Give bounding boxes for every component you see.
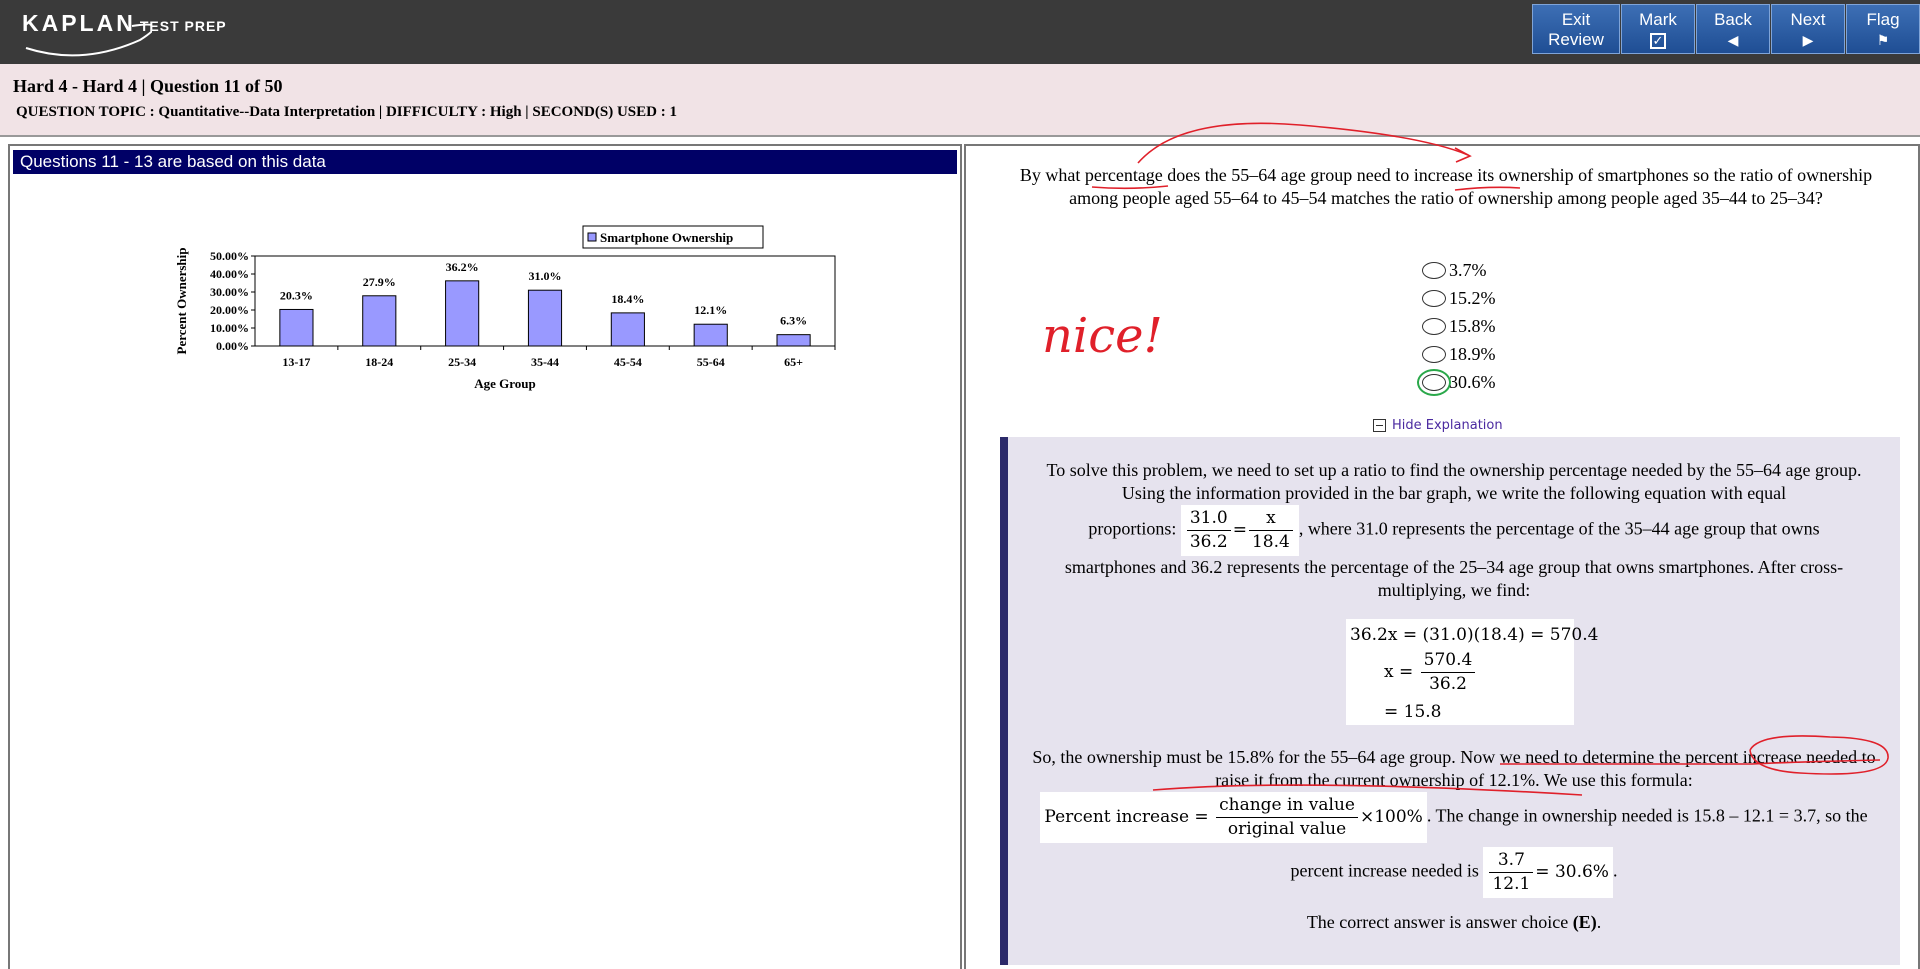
y-tick-label: 10.00% <box>210 321 249 335</box>
bar <box>527 289 563 347</box>
y-tick-label: 30.00% <box>210 285 249 299</box>
x-tick-label: 13-17 <box>282 355 310 369</box>
y-tick-label: 0.00% <box>216 339 249 353</box>
x-tick-label: 55-64 <box>697 355 725 369</box>
radio-button[interactable] <box>1422 345 1446 363</box>
kaplan-logo: KAPLAN TEST PREP <box>22 10 227 57</box>
explanation-final-line: percent increase needed is 3.7 12.1 = 30.6… <box>1008 847 1900 898</box>
question-title: Hard 4 - Hard 4 | Question 11 of 50 <box>13 76 283 96</box>
next-button[interactable]: Next ▶ <box>1771 4 1845 54</box>
data-label: 20.3% <box>280 288 313 302</box>
data-label: 12.1% <box>694 303 727 317</box>
collapse-icon <box>1373 419 1386 432</box>
y-tick-label: 50.00% <box>210 249 249 263</box>
top-toolbar: KAPLAN TEST PREP Exit Review Mark ✓ Back … <box>0 0 1920 64</box>
question-header: Hard 4 - Hard 4 | Question 11 of 50 QUES… <box>0 64 1920 137</box>
x-tick-label: 45-54 <box>614 355 642 369</box>
data-label: 6.3% <box>780 314 807 328</box>
x-tick-label: 35-44 <box>531 355 559 369</box>
y-tick-label: 20.00% <box>210 303 249 317</box>
data-label: 36.2% <box>446 260 479 274</box>
question-meta: QUESTION TOPIC : Quantitative--Data Inte… <box>16 104 677 120</box>
explanation-panel: To solve this problem, we need to set up… <box>1000 437 1900 965</box>
data-label: 18.4% <box>611 292 644 306</box>
choice-e[interactable]: 30.6% <box>1417 368 1496 396</box>
explanation-p2: So, the ownership must be 15.8% for the … <box>1032 747 1876 790</box>
radio-button[interactable] <box>1417 368 1451 396</box>
choice-d[interactable]: 18.9% <box>1422 340 1496 368</box>
choice-b[interactable]: 15.2% <box>1422 284 1496 312</box>
data-banner: Questions 11 - 13 are based on this data <box>13 150 957 174</box>
bar <box>279 308 314 347</box>
legend-swatch <box>587 232 597 242</box>
question-text: By what percentage does the 55–64 age gr… <box>1019 165 1873 208</box>
bar <box>445 280 480 347</box>
answer-choices: 3.7% 15.2% 15.8% 18.9% 30.6% <box>1417 256 1496 396</box>
logo-swoosh-icon <box>25 23 152 57</box>
explanation-formula-line: Percent increase = change in value origin… <box>1008 792 1900 843</box>
radio-button[interactable] <box>1422 261 1446 279</box>
arrow-right-icon: ▶ <box>1802 32 1814 48</box>
arrow-left-icon: ◀ <box>1727 32 1739 48</box>
flag-icon: ⚑ <box>1876 32 1890 48</box>
explanation-p1: To solve this problem, we need to set up… <box>1046 460 1862 503</box>
choice-c[interactable]: 15.8% <box>1422 312 1496 340</box>
ratio-equation: 31.0 36.2 = x 18.4 <box>1180 505 1299 556</box>
percent-increase-formula: Percent increase = change in value origin… <box>1040 792 1427 843</box>
mark-button[interactable]: Mark ✓ <box>1621 4 1695 54</box>
bar <box>693 323 728 347</box>
x-tick-label: 65+ <box>784 355 803 369</box>
x-axis-label: Age Group <box>474 376 536 391</box>
y-axis-label: Percent Ownership <box>174 248 189 355</box>
equation-block: 36.2x = (31.0)(18.4) = 570.4 x = 570.4 36… <box>1346 619 1598 725</box>
hide-explanation-link[interactable]: Hide Explanation <box>1373 418 1503 433</box>
flag-button[interactable]: Flag ⚑ <box>1846 4 1920 54</box>
explanation-p1c: smartphones and 36.2 represents the perc… <box>1064 557 1844 600</box>
bar <box>610 312 645 347</box>
bar-chart: 50.00% 40.00% 30.00% 20.00% 10.00% 0.00% Perce… <box>174 225 836 391</box>
bar <box>362 295 397 347</box>
final-calculation: 3.7 12.1 = 30.6% <box>1483 847 1613 898</box>
legend-label: Smartphone Ownership <box>600 230 733 245</box>
radio-button[interactable] <box>1422 289 1446 307</box>
radio-button[interactable] <box>1422 317 1446 335</box>
correct-answer-line: The correct answer is answer choice (E). <box>1306 912 1602 932</box>
x-tick-label: 25-34 <box>448 355 476 369</box>
exit-review-button[interactable]: Exit Review <box>1532 4 1620 54</box>
checkbox-icon: ✓ <box>1622 30 1694 50</box>
y-tick-label: 40.00% <box>210 267 249 281</box>
bar <box>776 334 811 347</box>
data-label: 27.9% <box>363 275 396 289</box>
explanation-p1b: proportions: 31.0 36.2 = x 18.4 , where 31.0… <box>1008 505 1900 556</box>
data-label: 31.0% <box>529 269 562 283</box>
back-button[interactable]: Back ◀ <box>1696 4 1770 54</box>
choice-a[interactable]: 3.7% <box>1422 256 1496 284</box>
x-tick-label: 18-24 <box>365 355 393 369</box>
